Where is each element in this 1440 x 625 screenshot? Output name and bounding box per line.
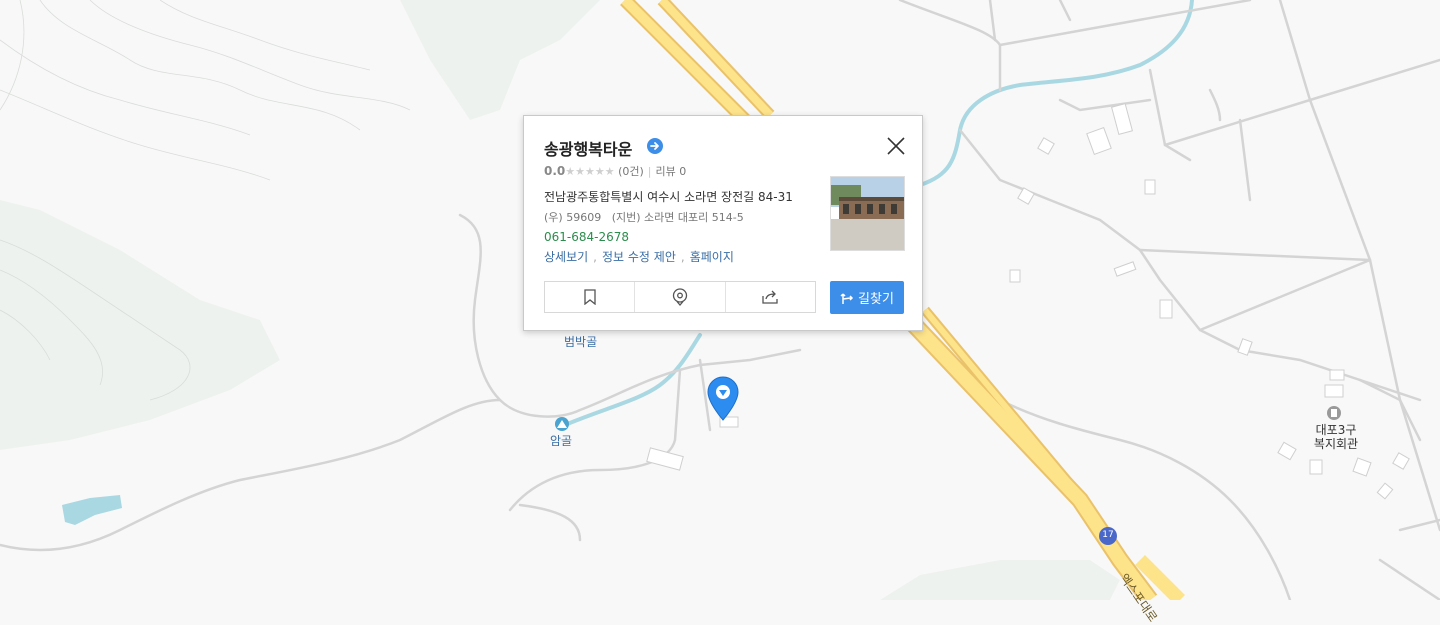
link-separator: ,	[593, 250, 597, 264]
popup-action-bar	[544, 281, 816, 313]
popup-links: 상세보기, 정보 수정 제안, 홈페이지	[544, 248, 734, 265]
place-label-welfare-center[interactable]: 대포3구 복지회관	[1308, 423, 1364, 451]
mountain-icon	[555, 417, 569, 431]
phone-number[interactable]: 061-684-2678	[544, 230, 629, 244]
bookmark-button[interactable]	[545, 282, 636, 312]
place-label-amgol[interactable]: 암골	[550, 432, 572, 449]
share-icon	[762, 290, 778, 304]
postal-code: (우) 59609	[544, 211, 602, 224]
link-separator: ,	[680, 250, 685, 264]
place-info-popup: 송광행복타운 0.0★★★★★ (0건) | 리뷰 0 전남광주통합특별시 여수시 …	[523, 115, 923, 331]
close-icon[interactable]	[886, 136, 906, 156]
share-button[interactable]	[726, 282, 815, 312]
homepage-link[interactable]: 홈페이지	[690, 250, 734, 264]
lot-address: (지번) 소라면 대포리 514-5	[611, 211, 744, 224]
directions-button[interactable]: 길찾기	[830, 281, 904, 314]
marker-pin-icon	[707, 376, 739, 421]
directions-label: 길찾기	[858, 292, 894, 307]
detail-link[interactable]: 상세보기	[544, 250, 588, 264]
bookmark-icon	[584, 289, 596, 305]
sub-address: (우) 59609 (지번) 소라면 대포리 514-5	[544, 209, 744, 225]
rating-stars-icon: ★★★★★	[565, 165, 615, 178]
place-title[interactable]: 송광행복타운	[544, 136, 632, 160]
place-photo[interactable]	[830, 176, 905, 251]
review-count-link[interactable]: 리뷰 0	[656, 165, 687, 178]
divider: |	[647, 165, 652, 178]
arrow-right-circle-icon[interactable]	[647, 138, 663, 154]
road-address: 전남광주통합특별시 여수시 소라면 장전길 84-31	[544, 190, 793, 204]
building-icon	[1327, 406, 1341, 420]
place-label-beombakgol[interactable]: 범박골	[564, 333, 597, 350]
location-pin-icon	[672, 288, 688, 306]
route-number: 17	[1102, 530, 1114, 540]
rating-row: 0.0★★★★★ (0건) | 리뷰 0	[544, 163, 686, 179]
edit-suggestion-link[interactable]: 정보 수정 제안	[602, 250, 676, 264]
rating-score: 0.0	[544, 164, 566, 178]
rating-count[interactable]: (0건)	[618, 165, 644, 178]
location-pin-button[interactable]	[635, 282, 726, 312]
directions-icon	[840, 292, 854, 304]
location-marker[interactable]	[707, 376, 739, 422]
